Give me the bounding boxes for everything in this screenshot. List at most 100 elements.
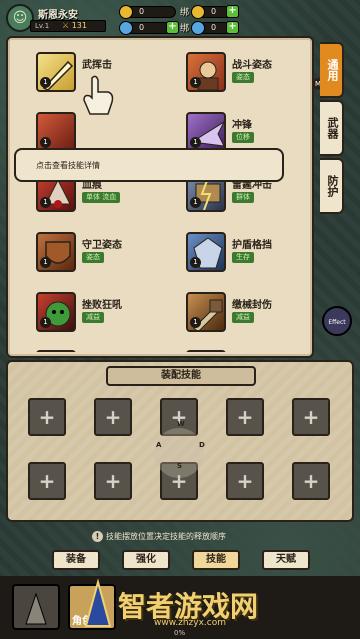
skill-item[interactable] [186,350,306,352]
skill-slot-6[interactable]: + [28,462,66,500]
add-gem-button[interactable]: + [166,21,179,34]
skill-name: 缴械封伤 [232,300,272,311]
skill-item[interactable]: 1 缴械封伤 减益 [186,292,306,348]
tab-defense[interactable]: 防护 [320,158,344,214]
sword-icon: 1 [36,52,76,92]
power-value: ⚔ 131 [62,20,87,32]
add-bound-gold-button[interactable]: + [226,5,239,18]
progress-text: 0% [174,629,186,637]
skill-name: 护盾格挡 [232,240,272,251]
shield-icon: 1 [36,232,76,272]
skill-name: 挫败狂吼 [82,300,122,311]
skill-name: 武挥击 [82,60,112,71]
skill-slot-4[interactable]: + [226,398,264,436]
skill-level: 1 [190,77,201,88]
skill-level: 1 [190,257,201,268]
skill-tag: 减益 [232,312,254,323]
skill-tag: 单体 流血 [82,192,121,203]
skill-tag: 姿态 [82,252,104,263]
hint-text: ! 技能摆放位置决定技能的释放顺序 [92,531,226,543]
skill-slot-9[interactable]: + [226,462,264,500]
skill-level: 1 [40,257,51,268]
virtual-joystick[interactable] [154,428,204,478]
add-bound-gem-button[interactable]: + [226,21,239,34]
tab-skills[interactable]: 技能 [192,550,240,570]
bound-gem-counter: 0 + [191,21,239,35]
plus-icon: + [104,405,122,429]
skill-slot-2[interactable]: + [94,398,132,436]
skill-list[interactable]: 1 武挥击 1 战斗姿态 姿态 1 1 冲锋 位移 1 血痕 单体 流血 1 雷… [14,44,306,352]
skill-item[interactable] [36,350,186,352]
skill-item[interactable]: 1 挫败狂吼 减益 [36,292,186,348]
tab-equipment[interactable]: 装备 [52,550,100,570]
nav-character-portrait[interactable] [12,584,60,630]
gem-icon [119,21,133,35]
watermark-url: www.zhzyx.com [154,618,227,628]
info-icon: ! [92,531,103,542]
power-number: 131 [71,21,87,30]
skill-level: 1 [40,197,51,208]
skill-tooltip[interactable]: 点击查看技能详情 [14,148,284,182]
skill-slot-1[interactable]: + [28,398,66,436]
hint-label: 技能摆放位置决定技能的释放顺序 [106,532,226,541]
warrior-stance-icon: 1 [186,52,226,92]
skill-level: 1 [190,197,201,208]
plus-icon: + [302,469,320,493]
disarm-icon: 1 [186,292,226,332]
gold-value: 0 [139,7,145,16]
skill-level: 1 [40,137,51,148]
bound-gold-value: 0 [211,7,217,16]
tab-general[interactable]: 通用 [320,42,344,98]
skill-level: 1 [40,77,51,88]
shield-block-icon: 1 [186,232,226,272]
skill-panel: 1 武挥击 1 战斗姿态 姿态 1 1 冲锋 位移 1 血痕 单体 流血 1 雷… [6,36,314,358]
skill-item[interactable]: 1 战斗姿态 姿态 [186,52,306,108]
unknown-skill-icon: 1 [36,112,76,152]
skill-item[interactable]: 1 护盾格挡 生存 [186,232,306,288]
skill-name: 战斗姿态 [232,60,272,71]
joystick-s: S [177,462,183,470]
partial-skill-icon [36,350,76,352]
plus-icon: + [236,405,254,429]
skill-tag: 群体 [232,192,254,203]
joystick-w: W [177,420,185,428]
gold-counter: 0 [119,5,176,19]
player-name: 斯恩永安 [38,10,78,21]
tooltip-text: 点击查看技能详情 [36,160,100,170]
bound-gold-icon [191,5,205,19]
skill-tag: 减益 [82,312,104,323]
bound-gem-value: 0 [211,23,217,32]
skill-slot-7[interactable]: + [94,462,132,500]
gem-counter: 0 + [119,21,179,35]
plus-icon: + [104,469,122,493]
tab-enhance[interactable]: 强化 [122,550,170,570]
plus-icon: + [302,405,320,429]
skill-name: 冲锋 [232,120,252,131]
skill-level: 1 [190,137,201,148]
plus-icon: + [38,469,56,493]
skill-slot-5[interactable]: + [292,398,330,436]
skill-name: 守卫姿态 [82,240,122,251]
skill-tag: 生存 [232,252,254,263]
skill-level: 1 [190,317,201,328]
joystick-d: D [199,441,205,449]
character-icon [25,592,47,625]
skill-item[interactable]: 1 守卫姿态 姿态 [36,232,186,288]
power-icon: ⚔ [62,21,70,30]
plus-icon: + [236,469,254,493]
bind-label: 绑 [180,8,190,18]
top-bar: ☺ 斯恩永安 Lv.1 ⚔ 131 0 0 + 绑 0 + 绑 0 + [0,0,360,36]
charge-icon: 1 [186,112,226,152]
skill-tag: 位移 [232,132,254,143]
equip-title: 装配技能 [106,366,256,386]
tab-talent[interactable]: 天赋 [262,550,310,570]
tab-weapon[interactable]: 武器 [320,100,344,156]
joystick-a: A [156,441,162,449]
skill-slot-10[interactable]: + [292,462,330,500]
skill-tag: 姿态 [232,72,254,83]
gem-value: 0 [139,23,145,32]
effect-emblem[interactable]: Effect [322,306,352,336]
bound-gem-icon [191,21,205,35]
watermark-logo-icon [84,578,112,627]
gold-icon [119,5,133,19]
